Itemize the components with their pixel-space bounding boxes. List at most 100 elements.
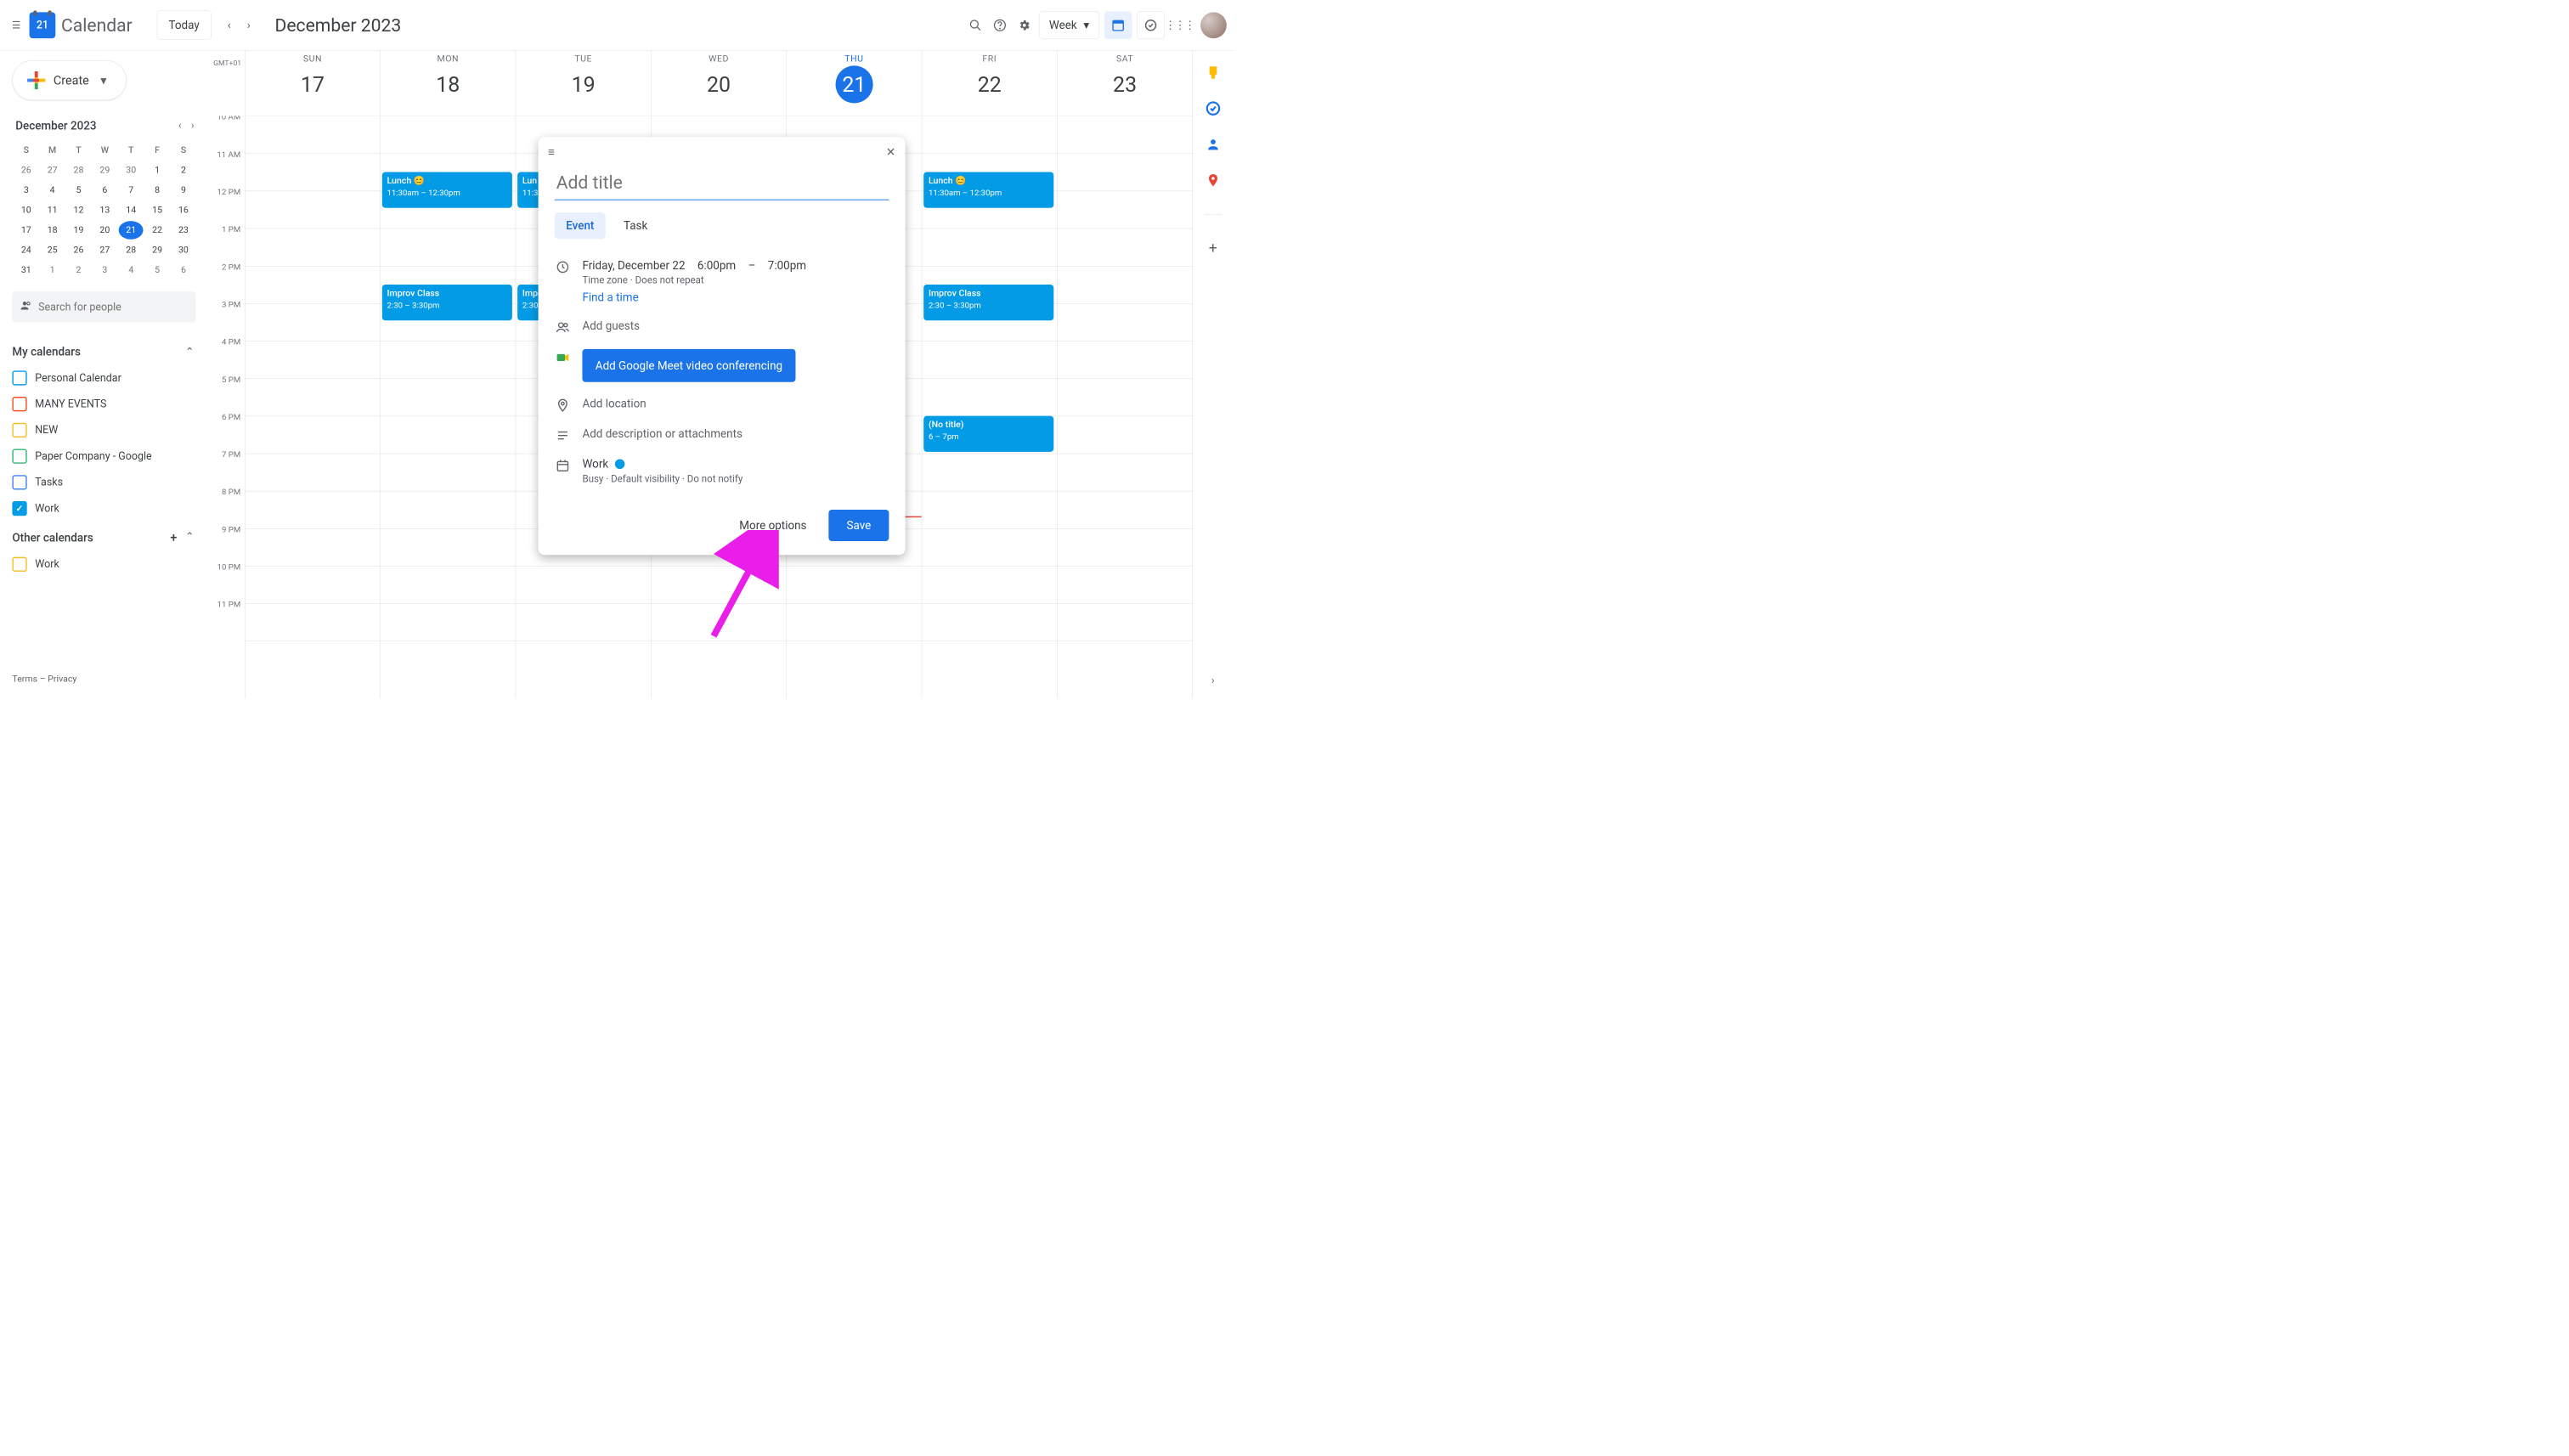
- save-button[interactable]: Save: [828, 510, 889, 541]
- day-header[interactable]: MON18: [380, 51, 515, 116]
- keep-icon[interactable]: [1203, 63, 1222, 82]
- tasks-icon[interactable]: [1203, 99, 1222, 118]
- mini-day[interactable]: 4: [119, 261, 144, 279]
- settings-icon[interactable]: [1014, 15, 1034, 35]
- search-icon[interactable]: [965, 15, 985, 35]
- mini-day[interactable]: 27: [40, 161, 65, 180]
- day-header[interactable]: SUN17: [245, 51, 380, 116]
- tab-event[interactable]: Event: [555, 212, 606, 239]
- collapse-panel-button[interactable]: ›: [1211, 674, 1215, 686]
- calendar-checkbox[interactable]: [12, 501, 26, 516]
- mini-day[interactable]: 10: [14, 201, 38, 220]
- event-end-time[interactable]: 7:00pm: [768, 258, 806, 272]
- event-start-time[interactable]: 6:00pm: [697, 258, 736, 272]
- maps-icon[interactable]: [1203, 171, 1222, 190]
- mini-day[interactable]: 2: [171, 161, 195, 180]
- selected-calendar[interactable]: Work: [582, 457, 608, 471]
- calendar-item[interactable]: Tasks: [12, 471, 197, 494]
- mini-day[interactable]: 1: [145, 161, 170, 180]
- calendar-checkbox[interactable]: [12, 370, 26, 385]
- mini-day[interactable]: 7: [119, 181, 144, 200]
- calendar-checkbox[interactable]: [12, 557, 26, 572]
- calendar-checkbox[interactable]: [12, 397, 26, 411]
- day-header[interactable]: SAT23: [1057, 51, 1192, 116]
- event-title-input[interactable]: [555, 166, 889, 200]
- create-button[interactable]: Create ▾: [12, 60, 126, 100]
- add-guests-field[interactable]: Add guests: [582, 319, 889, 332]
- mini-day[interactable]: 28: [119, 241, 144, 260]
- next-week-button[interactable]: ›: [239, 15, 258, 35]
- mini-day[interactable]: 5: [66, 181, 91, 200]
- event-notitle[interactable]: (No title)6 – 7pm: [923, 416, 1053, 452]
- busy-button[interactable]: Busy: [582, 473, 603, 484]
- mini-day[interactable]: 3: [93, 261, 117, 279]
- close-icon[interactable]: ✕: [886, 145, 895, 159]
- more-options-button[interactable]: More options: [730, 510, 816, 541]
- mini-day[interactable]: 12: [66, 201, 91, 220]
- add-meet-button[interactable]: Add Google Meet video conferencing: [582, 349, 795, 382]
- mini-day[interactable]: 13: [93, 201, 117, 220]
- event-lunch-fri[interactable]: Lunch 😊11:30am – 12:30pm: [923, 172, 1053, 208]
- mini-calendar[interactable]: SMTWTFS262728293012345678910111213141516…: [12, 141, 197, 279]
- event-date[interactable]: Friday, December 22: [582, 258, 685, 272]
- app-logo[interactable]: 21 Calendar: [30, 12, 133, 38]
- mini-day[interactable]: 26: [14, 161, 38, 180]
- add-addon-button[interactable]: +: [1209, 240, 1217, 257]
- day-header[interactable]: WED20: [651, 51, 786, 116]
- mini-day[interactable]: 16: [171, 201, 195, 220]
- mini-day[interactable]: 23: [171, 221, 195, 240]
- day-column[interactable]: Lunch 😊11:30am – 12:30pmImprov Class2:30…: [922, 116, 1057, 698]
- mini-day[interactable]: 3: [14, 181, 38, 200]
- mini-day[interactable]: 30: [119, 161, 144, 180]
- calendar-item[interactable]: NEW: [12, 419, 197, 442]
- add-location-field[interactable]: Add location: [582, 397, 889, 410]
- mini-next-button[interactable]: ›: [188, 116, 197, 134]
- google-apps-icon[interactable]: ⋮⋮⋮: [1170, 15, 1189, 35]
- mini-day[interactable]: 9: [171, 181, 195, 200]
- account-avatar[interactable]: [1200, 12, 1227, 38]
- mini-day[interactable]: 25: [40, 241, 65, 260]
- search-people-input[interactable]: [38, 301, 188, 313]
- calendar-item[interactable]: Paper Company - Google: [12, 445, 197, 468]
- event-lunch-mon[interactable]: Lunch 😊11:30am – 12:30pm: [382, 172, 512, 208]
- add-description-field[interactable]: Add description or attachments: [582, 427, 889, 441]
- mini-day[interactable]: 2: [66, 261, 91, 279]
- mini-day[interactable]: 18: [40, 221, 65, 240]
- mini-day[interactable]: 31: [14, 261, 38, 279]
- prev-week-button[interactable]: ‹: [219, 15, 239, 35]
- calendar-item[interactable]: Work: [12, 497, 197, 520]
- mini-day[interactable]: 22: [145, 221, 170, 240]
- calendar-checkbox[interactable]: [12, 475, 26, 489]
- mini-day[interactable]: 26: [66, 241, 91, 260]
- mini-day[interactable]: 14: [119, 201, 144, 220]
- main-menu-button[interactable]: ☰: [7, 15, 26, 35]
- tab-task[interactable]: Task: [613, 212, 659, 239]
- mini-day[interactable]: 27: [93, 241, 117, 260]
- mini-day[interactable]: 24: [14, 241, 38, 260]
- calendar-checkbox[interactable]: [12, 449, 26, 463]
- my-calendars-toggle[interactable]: My calendars ⌃: [12, 338, 197, 364]
- calendar-item[interactable]: Personal Calendar: [12, 367, 197, 390]
- add-calendar-icon[interactable]: +: [170, 530, 177, 545]
- notify-button[interactable]: Do not notify: [687, 473, 743, 484]
- mini-day[interactable]: 21: [119, 221, 144, 240]
- calendar-density-button[interactable]: [1104, 11, 1132, 39]
- day-header[interactable]: THU21: [786, 51, 921, 116]
- mini-day[interactable]: 29: [145, 241, 170, 260]
- tasks-toggle-button[interactable]: [1137, 11, 1165, 39]
- visibility-button[interactable]: Default visibility: [611, 473, 680, 484]
- calendar-item[interactable]: MANY EVENTS: [12, 392, 197, 415]
- privacy-link[interactable]: Privacy: [48, 674, 76, 684]
- mini-day[interactable]: 5: [145, 261, 170, 279]
- mini-day[interactable]: 8: [145, 181, 170, 200]
- timezone-button[interactable]: Time zone: [582, 274, 627, 285]
- mini-day[interactable]: 15: [145, 201, 170, 220]
- find-time-link[interactable]: Find a time: [582, 291, 889, 304]
- mini-day[interactable]: 19: [66, 221, 91, 240]
- mini-day[interactable]: 20: [93, 221, 117, 240]
- other-calendars-toggle[interactable]: Other calendars + ⌃: [12, 524, 197, 551]
- mini-day[interactable]: 30: [171, 241, 195, 260]
- mini-day[interactable]: 17: [14, 221, 38, 240]
- day-header[interactable]: TUE19: [516, 51, 651, 116]
- event-improv-mon[interactable]: Improv Class2:30 – 3:30pm: [382, 285, 512, 320]
